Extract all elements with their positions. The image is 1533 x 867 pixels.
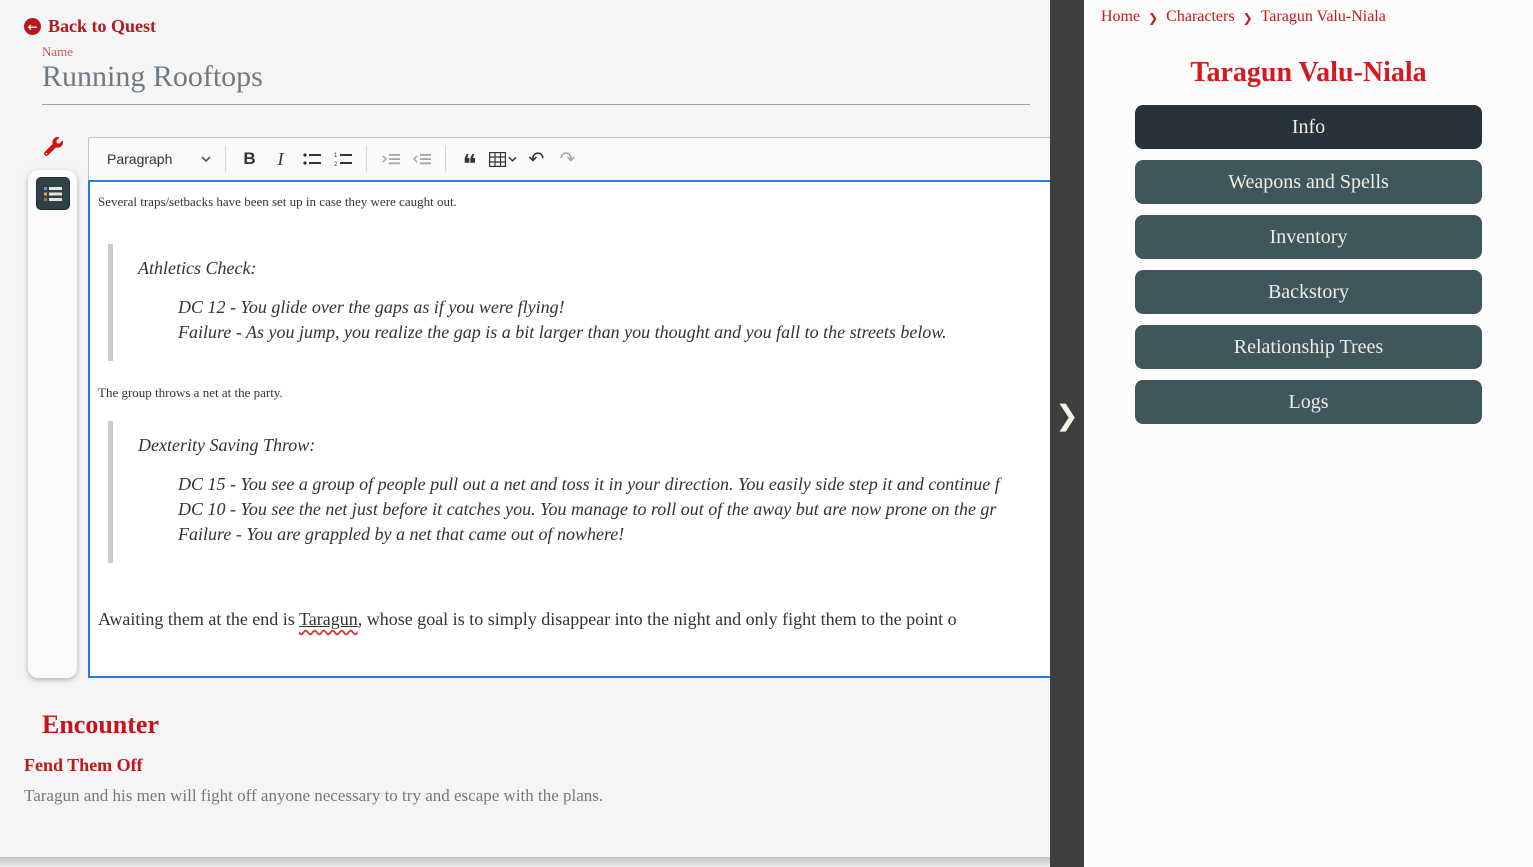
list-icon [43,186,62,201]
nav-button-weapons-and-spells[interactable]: Weapons and Spells [1135,160,1482,204]
toolbar-separator [225,146,226,172]
nav-button-info[interactable]: Info [1135,105,1482,149]
insert-table-button[interactable] [485,151,521,167]
arrow-circle-left-icon: ← [24,18,41,35]
character-title: Taragun Valu-Niala [1190,57,1427,88]
undo-icon: ↶ [528,148,545,170]
blockquote-line: Failure - As you jump, you realize the g… [178,322,947,342]
back-to-quest-label: Back to Quest [48,16,156,36]
chevron-right-icon: ❯ [1242,11,1253,25]
blockquote-title: Athletics Check: [138,258,257,278]
insert-table-icon [489,151,506,167]
outline-toggle-button[interactable] [35,177,70,210]
italic-button[interactable]: I [265,144,296,174]
blockquote-line: Failure - You are grappled by a net that… [178,524,625,544]
chevron-down-icon [201,156,211,162]
breadcrumb: Home ❯ Characters ❯ Taragun Valu-Niala [1084,0,1533,26]
panel-divider: ❯ [1050,0,1084,867]
redo-button[interactable]: ↷ [552,144,583,174]
wrench-icon[interactable] [44,137,63,156]
horizontal-scrollbar[interactable] [0,857,1050,867]
outdent-button[interactable] [406,144,437,174]
blockquote-line: DC 15 - You see a group of people pull o… [178,474,1000,494]
blockquote-line: DC 10 - You see the net just before it c… [178,499,997,519]
editor-paragraph: The group throws a net at the party. [98,385,283,400]
indent-icon [381,154,400,165]
name-field-label: Name [42,44,74,59]
rich-text-editor: Paragraph B I 1 2 ❝ ↶ ↷ Several traps/se… [88,137,1050,678]
misspelled-word: Taragun [298,609,358,629]
nav-button-logs[interactable]: Logs [1135,380,1482,424]
editor-paragraph: Several traps/setbacks have been set up … [98,194,457,209]
paragraph-style-value: Paragraph [107,151,173,167]
blockquote-line: DC 12 - You glide over the gaps as if yo… [178,297,565,317]
indent-button[interactable] [375,144,406,174]
app-root: ← Back to Quest Name Paragraph [0,0,1533,867]
svg-text:1: 1 [334,153,338,159]
collapse-panel-button[interactable]: ❯ [1050,393,1084,437]
nav-button-backstory[interactable]: Backstory [1135,270,1482,314]
quest-name-input[interactable] [42,60,1030,105]
editor-paragraph: Awaiting them at the end is Taragun, who… [98,609,957,629]
bulleted-list-button[interactable] [296,144,327,174]
outdent-icon [412,154,431,165]
bold-button[interactable]: B [234,144,265,174]
chevron-down-icon [508,156,517,162]
numbered-list-icon: 1 2 [334,153,352,166]
bulleted-list-icon [302,153,321,165]
breadcrumb-home[interactable]: Home [1101,8,1140,26]
editor-content[interactable]: Several traps/setbacks have been set up … [88,180,1050,678]
toolbar-separator [445,146,446,172]
block-quote-icon: ❝ [462,149,477,180]
chevron-right-icon: ❯ [1148,11,1159,25]
bold-icon: B [243,149,256,168]
breadcrumb-characters[interactable]: Characters [1166,8,1234,26]
dexterity-save-blockquote: Dexterity Saving Throw: DC 15 - You see … [108,421,1050,563]
nav-button-relationship-trees[interactable]: Relationship Trees [1135,325,1482,369]
nav-button-inventory[interactable]: Inventory [1135,215,1482,259]
chevron-right-icon: ❯ [1055,398,1079,432]
toolbar-separator [366,146,367,172]
quest-editor-pane: ← Back to Quest Name Paragraph [0,0,1050,867]
blockquote-title: Dexterity Saving Throw: [138,435,316,455]
undo-button[interactable]: ↶ [521,144,552,174]
block-quote-button[interactable]: ❝ [454,144,485,180]
encounter-section-heading: Encounter [42,710,159,739]
breadcrumb-current[interactable]: Taragun Valu-Niala [1261,8,1386,26]
back-to-quest-link[interactable]: ← Back to Quest [24,16,156,37]
athletics-check-blockquote: Athletics Check: DC 12 - You glide over … [108,244,1050,361]
editor-toolbar: Paragraph B I 1 2 ❝ ↶ ↷ [88,137,1050,180]
italic-icon: I [277,148,284,169]
character-nav: Info Weapons and Spells Inventory Backst… [1135,105,1482,424]
encounter-name[interactable]: Fend Them Off [24,755,143,776]
paragraph-style-dropdown[interactable]: Paragraph [99,144,217,174]
encounter-description: Taragun and his men will fight off anyon… [24,786,604,805]
redo-icon: ↷ [559,148,576,170]
svg-text:2: 2 [334,162,338,166]
editor-side-rail [28,170,77,678]
numbered-list-button[interactable]: 1 2 [327,144,358,174]
character-sidebar: Home ❯ Characters ❯ Taragun Valu-Niala T… [1084,0,1533,867]
